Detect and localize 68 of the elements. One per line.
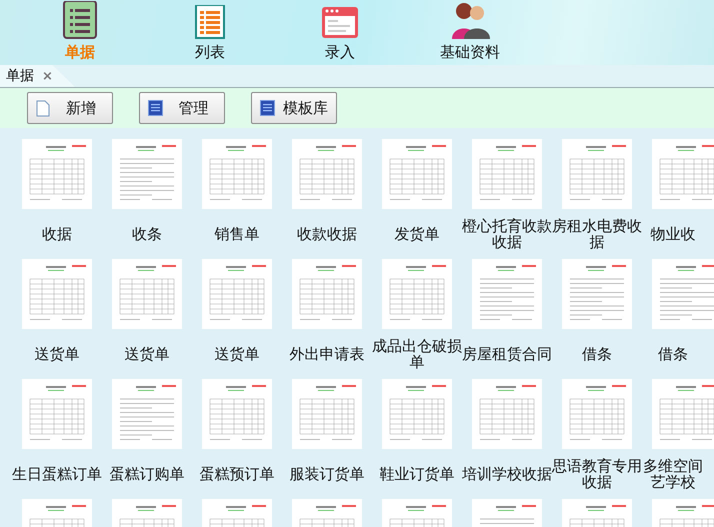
nav-label: 单据 bbox=[65, 43, 95, 62]
toolbar-button[interactable]: 模板库 bbox=[251, 92, 337, 124]
template-name: 收条 bbox=[131, 224, 163, 245]
close-icon[interactable]: × bbox=[42, 68, 53, 84]
nav-item[interactable]: 基础资料 bbox=[420, 0, 520, 62]
template-name: 房屋租赁合同 bbox=[462, 344, 552, 365]
people-icon bbox=[450, 1, 490, 39]
template-name: 借条 bbox=[657, 344, 689, 365]
tab-label: 单据 bbox=[6, 67, 34, 85]
template-name: 销售单 bbox=[214, 224, 260, 245]
template-name: 借条 bbox=[581, 344, 613, 365]
browser-window-icon bbox=[322, 7, 358, 39]
form-thumbnail[interactable] bbox=[472, 139, 542, 209]
book-icon bbox=[260, 100, 275, 116]
template-name: 服装订货单 bbox=[288, 464, 366, 485]
nav-label: 基础资料 bbox=[440, 43, 500, 62]
form-thumbnail[interactable] bbox=[652, 139, 714, 209]
toolbar-button[interactable]: 新增 bbox=[27, 92, 113, 124]
form-thumbnail[interactable] bbox=[22, 259, 92, 329]
template-name: 外出申请表 bbox=[288, 344, 366, 365]
form-thumbnail[interactable] bbox=[202, 379, 272, 449]
form-thumbnail[interactable] bbox=[382, 379, 452, 449]
template-name: 橙心托育收款收据 bbox=[462, 216, 552, 253]
form-thumbnail[interactable] bbox=[562, 139, 632, 209]
form-thumbnail[interactable] bbox=[652, 379, 714, 449]
form-thumbnail[interactable] bbox=[112, 139, 182, 209]
nav-label: 录入 bbox=[325, 43, 355, 62]
form-thumbnail[interactable] bbox=[202, 259, 272, 329]
template-name: 物业收 bbox=[650, 224, 696, 245]
template-name: 思语教育专用收据 bbox=[552, 456, 642, 493]
form-thumbnail[interactable] bbox=[382, 139, 452, 209]
template-name: 房租水电费收据 bbox=[552, 216, 642, 253]
form-thumbnail[interactable] bbox=[562, 379, 632, 449]
clipboard-icon bbox=[63, 1, 97, 39]
form-thumbnail[interactable] bbox=[382, 259, 452, 329]
toolbar-button[interactable]: 管理 bbox=[139, 92, 225, 124]
template-name: 送货单 bbox=[214, 344, 260, 365]
form-thumbnail[interactable] bbox=[112, 379, 182, 449]
form-thumbnail[interactable] bbox=[652, 259, 714, 329]
nav-label: 列表 bbox=[195, 43, 225, 62]
template-name: 送货单 bbox=[34, 344, 80, 365]
template-name: 收款收据 bbox=[296, 224, 358, 245]
book-icon bbox=[148, 100, 163, 116]
template-name: 多维空间艺学校 bbox=[642, 456, 704, 493]
list-icon bbox=[195, 5, 225, 39]
form-thumbnail[interactable] bbox=[292, 139, 362, 209]
document-icon bbox=[36, 100, 50, 116]
nav-item[interactable]: 录入 bbox=[290, 0, 390, 62]
form-thumbnail[interactable] bbox=[22, 379, 92, 449]
nav-item[interactable]: 列表 bbox=[160, 0, 260, 62]
form-thumbnail[interactable] bbox=[112, 259, 182, 329]
template-name: 成品出仓破损单 bbox=[372, 336, 462, 373]
form-thumbnail[interactable] bbox=[22, 139, 92, 209]
template-name: 培训学校收据 bbox=[462, 464, 552, 485]
template-name: 发货单 bbox=[394, 224, 440, 245]
template-name: 收据 bbox=[41, 224, 73, 245]
template-name: 生日蛋糕订单 bbox=[12, 464, 102, 485]
template-name: 蛋糕订购单 bbox=[108, 464, 186, 485]
form-thumbnail[interactable] bbox=[562, 259, 632, 329]
form-thumbnail[interactable] bbox=[472, 379, 542, 449]
form-thumbnail[interactable] bbox=[472, 259, 542, 329]
tab[interactable]: 单据 × bbox=[0, 65, 75, 87]
form-thumbnail[interactable] bbox=[202, 139, 272, 209]
template-name: 送货单 bbox=[124, 344, 170, 365]
form-thumbnail[interactable] bbox=[292, 259, 362, 329]
template-name: 鞋业订货单 bbox=[378, 464, 456, 485]
template-name: 蛋糕预订单 bbox=[198, 464, 276, 485]
form-thumbnail[interactable] bbox=[292, 379, 362, 449]
